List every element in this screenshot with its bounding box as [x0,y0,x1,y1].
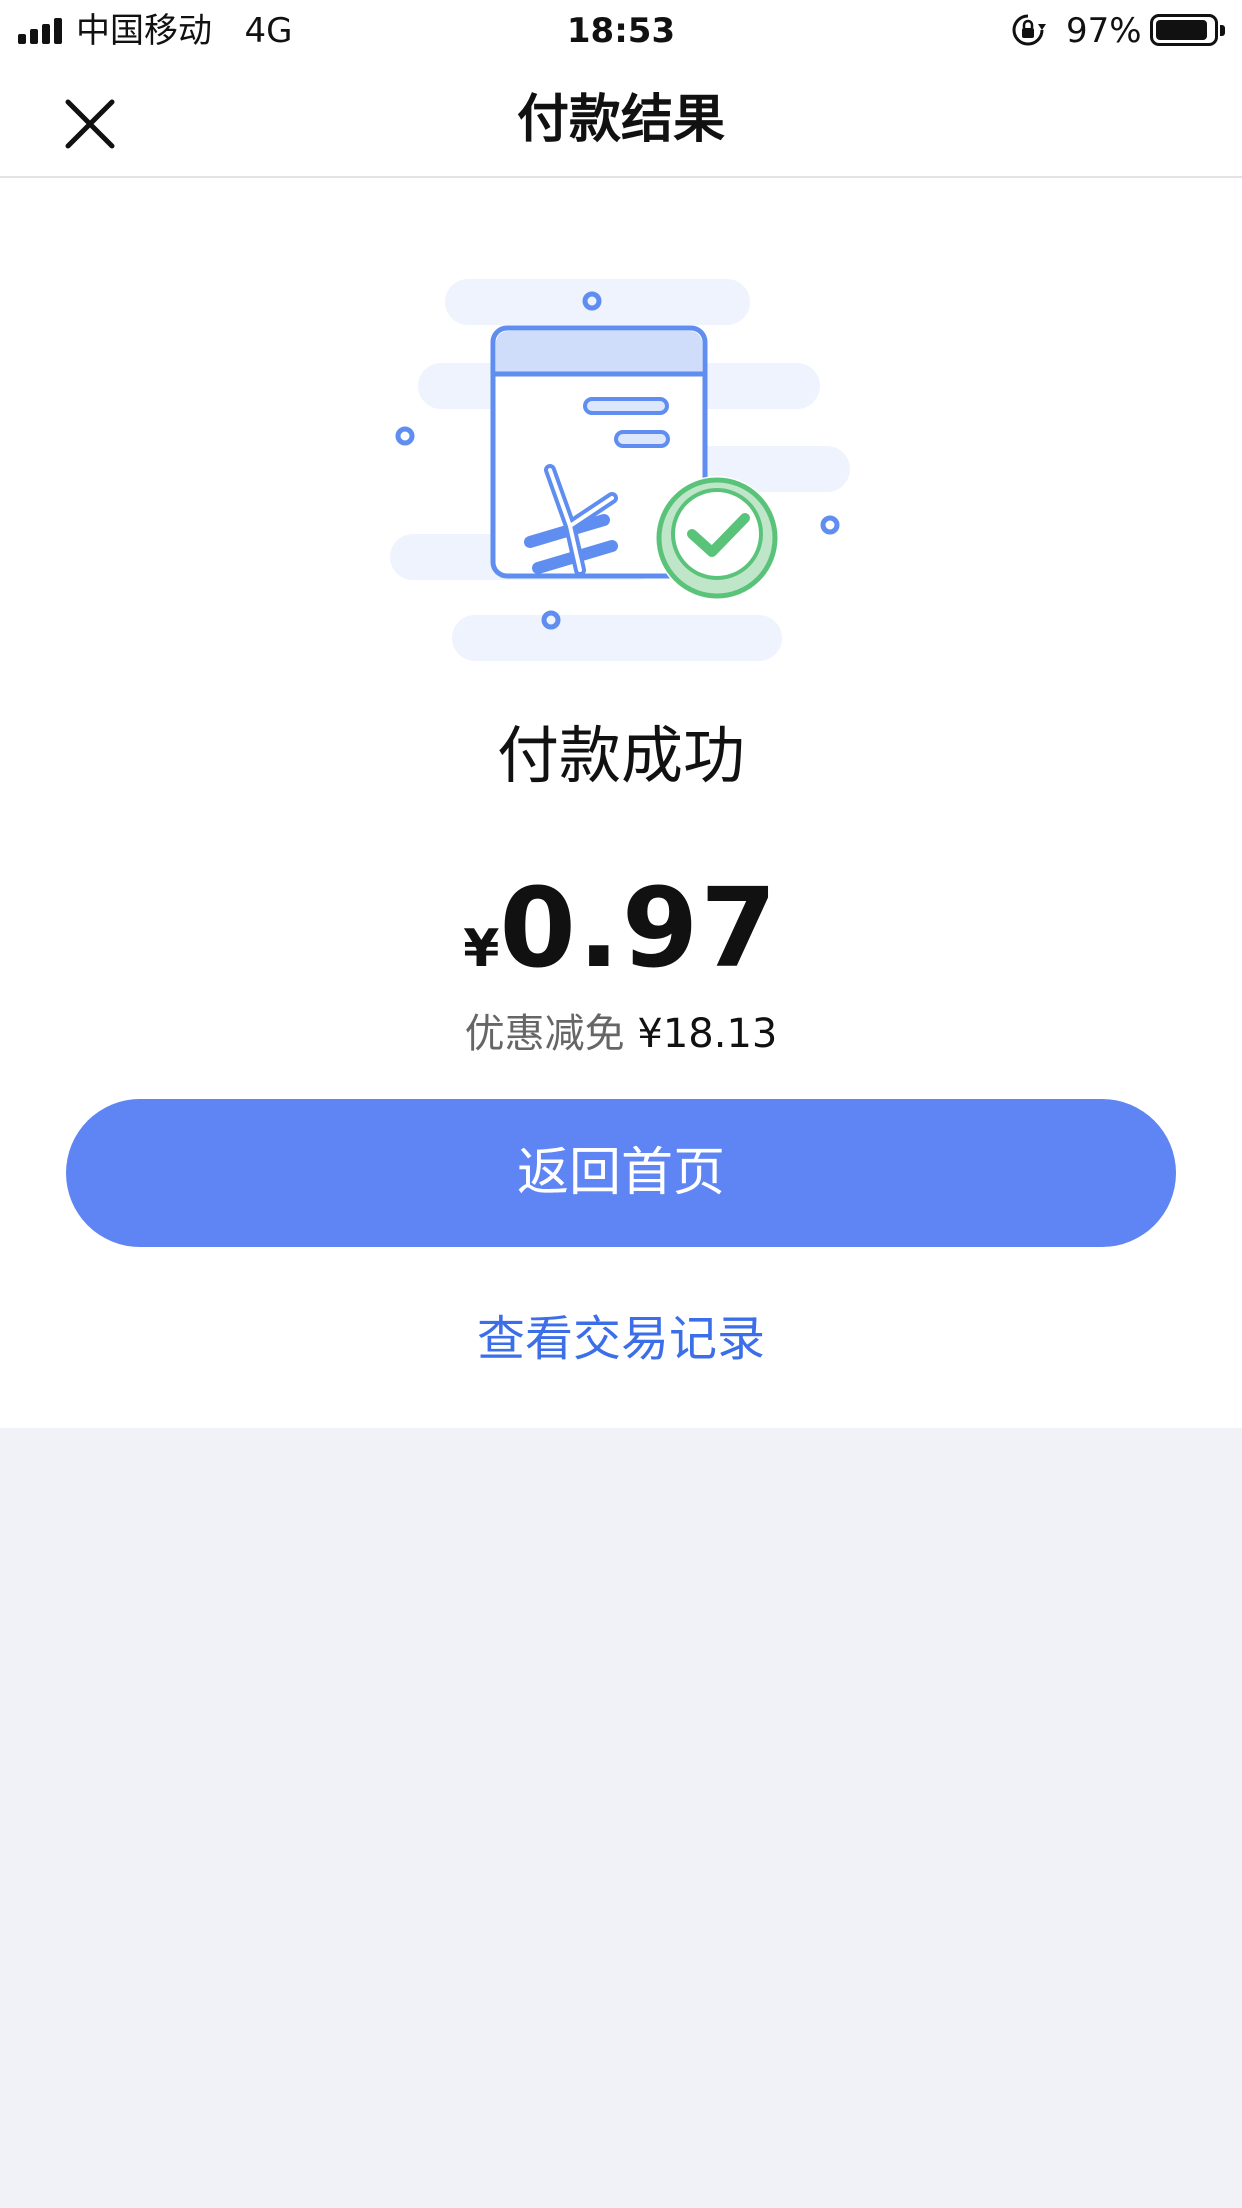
view-transactions-link[interactable]: 查看交易记录 [0,1306,1242,1372]
status-bar: 中国移动 4G 18:53 97% [0,0,1242,62]
currency-symbol: ¥ [463,919,500,979]
discount-label: 优惠减免 [464,1011,625,1057]
result-panel: 中国移动 4G 18:53 97% 付款结果 付款成功 ¥0.97 优惠减免 ¥… [0,0,1242,1428]
paid-amount: ¥0.97 [0,868,1242,1021]
result-title: 付款成功 [496,719,745,792]
return-home-button[interactable]: 返回首页 [66,1099,1176,1247]
battery-percent: 97% [1066,11,1142,51]
rotation-lock-icon [1012,14,1046,46]
amount-value: 0.97 [499,864,779,992]
payment-success-illustration [390,279,850,661]
discount-value: ¥18.13 [637,1011,778,1057]
discount-line: 优惠减免 ¥18.13 [0,1006,1242,1062]
status-time: 18:53 [566,11,676,51]
nav-bar: 付款结果 [0,62,1242,178]
battery-icon [1150,14,1225,46]
page-title: 付款结果 [516,90,725,150]
